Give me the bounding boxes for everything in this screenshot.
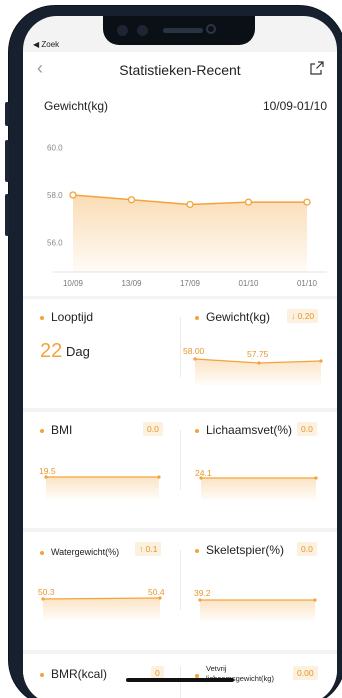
x-tick-label: 01/10 [238, 279, 259, 288]
looptijd-value: 22 [40, 340, 63, 362]
sparkline-area [200, 600, 315, 621]
card-label-text: Looptijd [51, 310, 94, 324]
front-camera [206, 24, 216, 34]
home-indicator[interactable] [126, 678, 234, 682]
data-point[interactable] [127, 196, 136, 204]
card-label-bmi: BMI [40, 423, 72, 437]
card-label-skeletspier: Skeletspier(%) [195, 543, 284, 557]
x-tick-label: 01/10 [297, 279, 318, 288]
x-tick-label: 17/09 [180, 279, 201, 288]
phone-frame: ◀ Zoek ‹ Statistieken-Recent Gewicht(kg)… [0, 0, 342, 698]
card-label-looptijd: Looptijd [40, 310, 93, 324]
weight-chart-panel: Gewicht(kg) 10/09-01/10 10/09 13/09 17/09 0… [23, 86, 337, 296]
chart-date-range: 10/09-01/10 [262, 99, 327, 113]
looptijd-unit: Dag [66, 344, 90, 359]
x-tick-label: 10/09 [63, 279, 84, 288]
x-tick-label: 13/09 [121, 279, 142, 288]
card-label-watergewicht: Watergewicht(%) [40, 547, 119, 557]
label-line: Vetvrij [206, 664, 227, 673]
speaker-grille [163, 28, 203, 33]
card-label-bmr: BMR(kcal) [40, 667, 107, 681]
stats-row-1: Looptijd 22 Dag Gewicht(kg) ↓ 0.20 58.00… [23, 299, 337, 408]
sparkline-point [319, 359, 323, 363]
sparkline-point [158, 596, 162, 600]
y-tick-label: 60.0 [47, 144, 63, 153]
card-label-text: Skeletspier(%) [206, 543, 285, 557]
gewicht-change-badge: ↓ 0.20 [287, 309, 319, 323]
volume-down-button [5, 194, 9, 236]
bullet-icon [40, 428, 44, 433]
card-label-text: Lichaamsvet(%) [206, 423, 293, 437]
card-label-text: Gewicht(kg) [206, 310, 271, 324]
watergewicht-sparkline [41, 596, 162, 620]
vetvrij-change-badge: 0.00 [293, 666, 318, 680]
status-back-app[interactable]: ◀ Zoek [33, 40, 59, 49]
data-point[interactable] [244, 198, 253, 206]
sparkline-area [46, 477, 159, 499]
card-label-text: Watergewicht(%) [51, 547, 120, 557]
column-divider [180, 666, 181, 698]
sparkline-point [314, 476, 318, 480]
bullet-icon [40, 550, 44, 555]
bullet-icon [195, 548, 199, 553]
y-tick-label: 58.0 [47, 191, 63, 200]
watergewicht-change-badge: ↑ 0.1 [135, 542, 162, 556]
card-label-text: BMI [51, 423, 73, 437]
column-divider [180, 317, 181, 377]
data-point[interactable] [303, 198, 311, 206]
sparkline-point [198, 598, 202, 602]
navigation-bar: ‹ Statistieken-Recent [23, 52, 337, 86]
bmi-change-badge: 0.0 [143, 422, 163, 436]
weight-area-chart: 10/09 13/09 17/09 01/10 01/10 60.0 58.0 56.0 [47, 144, 327, 288]
page-title: Statistieken-Recent [119, 62, 241, 78]
bullet-icon [195, 315, 199, 320]
sensor-dot [137, 25, 148, 36]
card-label-gewicht: Gewicht(kg) [195, 310, 270, 324]
sparkline-point [41, 597, 45, 601]
card-label-lichaamsvet: Lichaamsvet(%) [195, 423, 292, 437]
share-icon[interactable] [309, 60, 325, 76]
gewicht-start-value: 58.00 [183, 346, 205, 356]
card-label-text: BMR(kcal) [51, 667, 107, 681]
stats-row-4: BMR(kcal) 0 Vetvrij lichaamsgewicht(kg) … [23, 654, 337, 698]
sensor-dot [117, 25, 128, 36]
column-divider [180, 550, 181, 610]
card-label-vetvrij: Vetvrij lichaamsgewicht(kg) [195, 664, 274, 685]
gewicht-sparkline [193, 357, 323, 385]
mute-switch [5, 102, 9, 126]
notch [103, 16, 255, 45]
data-point[interactable] [69, 191, 77, 199]
sparkline-point [257, 361, 261, 365]
sparkline-point [193, 357, 197, 361]
lichaamsvet-sparkline [199, 476, 318, 500]
y-tick-label: 56.0 [47, 238, 63, 247]
sparkline-area [201, 478, 316, 500]
stats-row-2: BMI 0.0 19.5 Lichaamsvet(%) 0.0 24.1 [23, 412, 337, 528]
skeletspier-change-badge: 0.0 [297, 542, 317, 556]
bmi-sparkline [44, 475, 161, 499]
sparkline-point [44, 475, 48, 479]
bullet-icon [195, 428, 199, 433]
bullet-icon [40, 315, 44, 320]
skeletspier-sparkline [198, 598, 317, 621]
lichaamsvet-change-badge: 0.0 [297, 422, 317, 436]
chart-title: Gewicht(kg) [44, 99, 109, 113]
sparkline-point [157, 475, 161, 479]
screen: ◀ Zoek ‹ Statistieken-Recent Gewicht(kg)… [23, 16, 337, 698]
column-divider [180, 430, 181, 490]
sparkline-point [313, 598, 317, 602]
bullet-icon [40, 672, 44, 677]
sparkline-area [43, 598, 160, 620]
data-point[interactable] [186, 200, 194, 209]
stats-row-3: Watergewicht(%) ↑ 0.1 50.3 50.4 Skeletsp… [23, 532, 337, 650]
volume-up-button [5, 140, 9, 182]
sparkline-point [199, 476, 203, 480]
